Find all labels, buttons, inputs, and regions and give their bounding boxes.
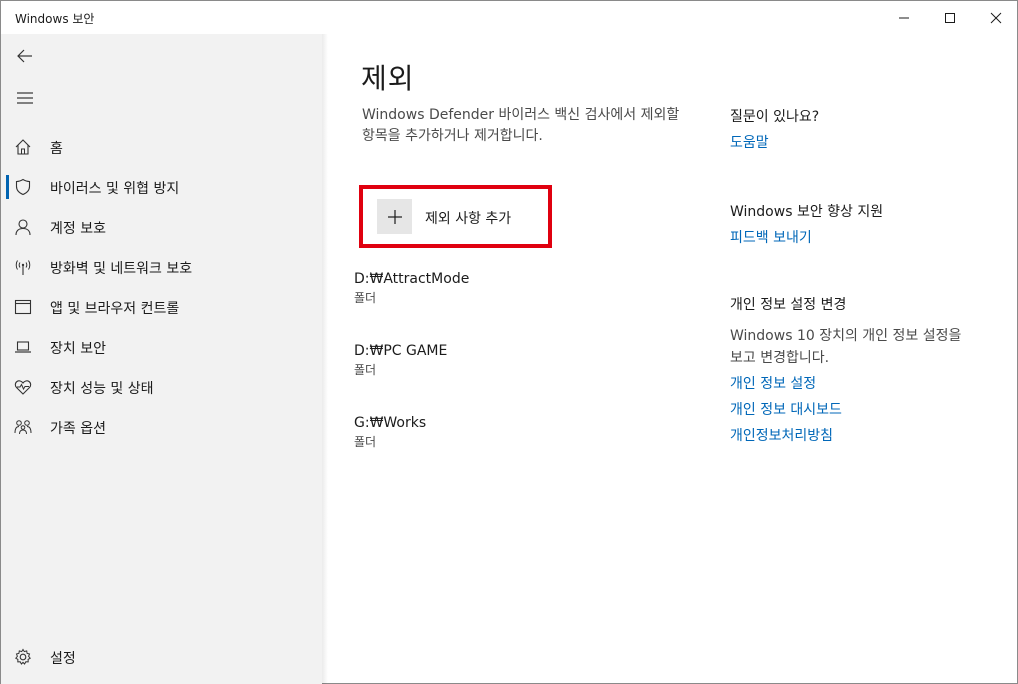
- minimize-button[interactable]: [881, 1, 927, 34]
- app-window: Windows 보안 홈 바이러스 및 위협 방지 계정 보호 방화벽 및 네트…: [0, 0, 1018, 684]
- sidebar-item-settings[interactable]: 설정: [1, 637, 322, 677]
- back-arrow-icon: [17, 49, 32, 63]
- exclusion-path: D:₩PC GAME: [354, 343, 448, 359]
- window-title: Windows 보안: [15, 12, 95, 26]
- sidebar-item-account-protection[interactable]: 계정 보호: [1, 207, 322, 247]
- exclusion-type: 폴더: [354, 291, 377, 305]
- sidebar-item-label: 바이러스 및 위협 방지: [50, 181, 180, 197]
- laptop-icon: [13, 338, 33, 356]
- sidebar-item-label: 장치 성능 및 상태: [50, 381, 154, 397]
- sidebar-item-label: 계정 보호: [50, 221, 106, 237]
- sidebar-item-label: 앱 및 브라우저 컨트롤: [50, 301, 180, 317]
- sidebar-item-family-options[interactable]: 가족 옵션: [1, 407, 322, 447]
- help-link[interactable]: 도움말: [730, 133, 990, 153]
- add-exclusion-button[interactable]: 제외 사항 추가: [377, 199, 537, 235]
- person-icon: [13, 218, 33, 236]
- feedback-link[interactable]: 피드백 보내기: [730, 228, 990, 248]
- exclusion-item[interactable]: D:₩PC GAME 폴더: [354, 342, 654, 378]
- sidebar-item-device-security[interactable]: 장치 보안: [1, 327, 322, 367]
- active-indicator: [6, 175, 9, 199]
- maximize-button[interactable]: [927, 1, 973, 34]
- sidebar-item-home[interactable]: 홈: [1, 127, 322, 167]
- sidebar-shadow: [322, 34, 328, 684]
- family-icon: [13, 418, 33, 436]
- sidebar-item-label: 가족 옵션: [50, 421, 106, 437]
- help-heading: 질문이 있나요?: [730, 109, 820, 125]
- hamburger-icon: [17, 92, 33, 104]
- sidebar-item-firewall[interactable]: 방화벽 및 네트워크 보호: [1, 247, 322, 287]
- plus-icon: [377, 199, 412, 234]
- help-section: 질문이 있나요? 도움말: [730, 107, 990, 153]
- privacy-section: 개인 정보 설정 변경 Windows 10 장치의 개인 정보 설정을 보고 …: [730, 295, 990, 446]
- exclusion-type: 폴더: [354, 435, 377, 449]
- sidebar-item-label: 장치 보안: [50, 341, 106, 357]
- improve-section: Windows 보안 향상 지원 피드백 보내기: [730, 202, 990, 248]
- sidebar-item-app-browser[interactable]: 앱 및 브라우저 컨트롤: [1, 287, 322, 327]
- exclusion-path: G:₩Works: [354, 415, 427, 431]
- page-title: 제외: [361, 62, 415, 95]
- wireless-icon: [13, 258, 33, 276]
- sidebar-item-virus-protection[interactable]: 바이러스 및 위협 방지: [1, 167, 322, 207]
- exclusion-path: D:₩AttractMode: [354, 271, 470, 287]
- privacy-heading: 개인 정보 설정 변경: [730, 297, 847, 313]
- page-description: Windows Defender 바이러스 백신 검사에서 제외할 항목을 추가…: [362, 107, 680, 144]
- app-window-icon: [13, 298, 33, 316]
- exclusion-item[interactable]: G:₩Works 폴더: [354, 414, 654, 450]
- privacy-settings-link[interactable]: 개인 정보 설정: [730, 374, 990, 394]
- sidebar-item-device-health[interactable]: 장치 성능 및 상태: [1, 367, 322, 407]
- sidebar: 홈 바이러스 및 위협 방지 계정 보호 방화벽 및 네트워크 보호 앱 및 브…: [1, 34, 322, 684]
- back-button[interactable]: [1, 36, 49, 76]
- privacy-statement-link[interactable]: 개인정보처리방침: [730, 426, 990, 446]
- shield-icon: [13, 178, 33, 196]
- improve-heading: Windows 보안 향상 지원: [730, 204, 884, 220]
- sidebar-item-label: 홈: [50, 141, 63, 157]
- sidebar-item-label: 방화벽 및 네트워크 보호: [50, 261, 193, 277]
- privacy-dashboard-link[interactable]: 개인 정보 대시보드: [730, 400, 990, 420]
- close-icon: [990, 12, 1002, 23]
- menu-button[interactable]: [1, 78, 49, 118]
- exclusion-item[interactable]: D:₩AttractMode 폴더: [354, 270, 654, 306]
- add-exclusion-label: 제외 사항 추가: [425, 211, 512, 227]
- gear-icon: [13, 648, 33, 666]
- privacy-description: Windows 10 장치의 개인 정보 설정을 보고 변경합니다.: [730, 328, 962, 366]
- heart-pulse-icon: [13, 378, 33, 396]
- exclusion-type: 폴더: [354, 363, 377, 377]
- sidebar-item-label: 설정: [50, 651, 76, 667]
- maximize-icon: [945, 12, 955, 23]
- home-icon: [13, 138, 33, 156]
- close-button[interactable]: [973, 1, 1018, 34]
- minimize-icon: [899, 17, 909, 18]
- title-bar: Windows 보안: [1, 1, 1017, 34]
